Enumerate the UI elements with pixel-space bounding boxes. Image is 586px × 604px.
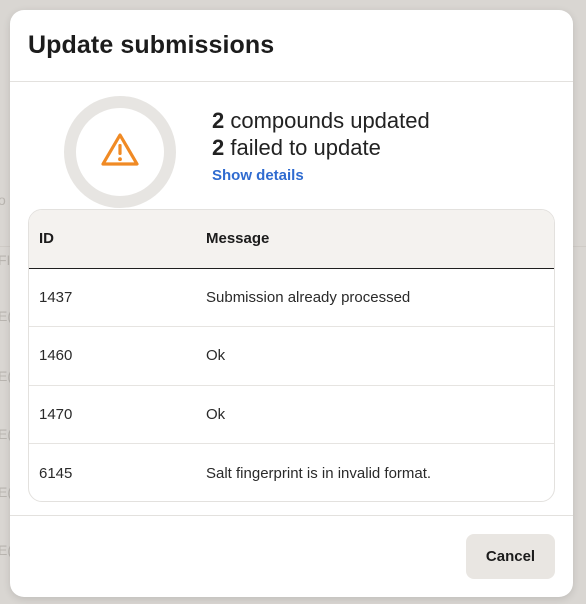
results-table-container: ID Message 1437 Submission already proce… xyxy=(28,209,555,502)
column-header-id: ID xyxy=(39,230,54,248)
updated-label: compounds updated xyxy=(224,108,430,133)
cell-id: 1460 xyxy=(39,347,73,365)
updated-count: 2 xyxy=(212,108,225,133)
results-table: ID Message 1437 Submission already proce… xyxy=(29,210,554,502)
table-row: 1470 Ok xyxy=(29,385,554,444)
update-summary: 2 compounds updated 2 failed to update S… xyxy=(10,82,573,210)
cancel-button[interactable]: Cancel xyxy=(466,534,555,579)
dialog-footer: Cancel xyxy=(10,515,573,597)
failed-count: 2 xyxy=(212,135,225,160)
cell-message: Salt fingerprint is in invalid format. xyxy=(206,464,432,482)
dialog-title: Update submissions xyxy=(28,31,275,59)
bg-text-fragment: o xyxy=(0,192,6,208)
failed-count-line: 2 failed to update xyxy=(212,134,430,161)
cell-id: 6145 xyxy=(39,464,73,482)
bg-text-fragment: FI xyxy=(0,252,11,268)
table-row: 1437 Submission already processed xyxy=(29,268,554,327)
cell-message: Submission already processed xyxy=(206,288,411,306)
cell-id: 1437 xyxy=(39,288,73,306)
failed-label: failed to update xyxy=(224,135,381,160)
warning-triangle-icon xyxy=(100,132,140,173)
table-row: 1460 Ok xyxy=(29,327,554,385)
update-submissions-dialog: Update submissions 2 compounds updated 2… xyxy=(10,10,573,597)
cell-message: Ok xyxy=(206,405,226,423)
cell-message: Ok xyxy=(206,347,226,365)
table-header-row: ID Message xyxy=(29,210,554,268)
cell-id: 1470 xyxy=(39,405,73,423)
column-header-message: Message xyxy=(206,230,270,248)
status-ring xyxy=(64,96,176,208)
dialog-header: Update submissions xyxy=(10,10,573,82)
show-details-link[interactable]: Show details xyxy=(212,167,304,184)
summary-text: 2 compounds updated 2 failed to update S… xyxy=(212,107,430,185)
updated-count-line: 2 compounds updated xyxy=(212,107,430,134)
table-row: 6145 Salt fingerprint is in invalid form… xyxy=(29,444,554,502)
